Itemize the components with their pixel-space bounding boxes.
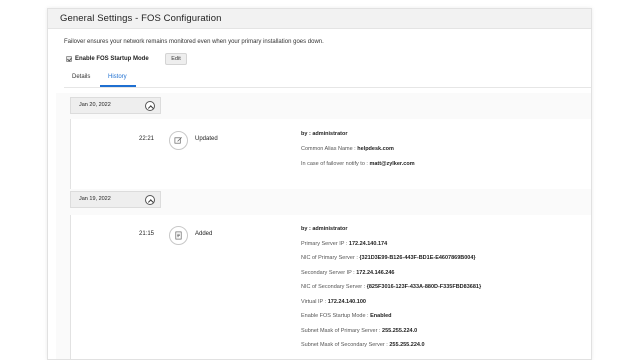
failover-description: Failover ensures your network remains mo… <box>64 39 324 45</box>
tab-history[interactable]: History <box>108 74 127 80</box>
detail-secondary-nic: NIC of Secondary Server : {825F3016-123F… <box>301 284 482 290</box>
entry-action: Updated <box>195 136 218 142</box>
tab-details[interactable]: Details <box>72 74 90 80</box>
entry-action: Added <box>195 231 213 237</box>
detail-notify: In case of failover notify to : matt@zyl… <box>301 161 415 167</box>
page-title: General Settings - FOS Configuration <box>60 13 222 24</box>
detail-virtual-ip: Virtual IP : 172.24.140.100 <box>301 299 366 305</box>
entry-time: 22:21 <box>139 136 155 142</box>
detail-primary-nic: NIC of Primary Server : {321D3E99-B126-4… <box>301 255 476 261</box>
detail-secondary-ip: Secondary Server IP : 172.24.146.246 <box>301 270 395 276</box>
detail-primary-subnet: Subnet Mask of Primary Server : 255.255.… <box>301 328 418 334</box>
enable-fos-label: Enable FOS Startup Mode <box>75 56 149 62</box>
edit-icon <box>169 131 188 150</box>
history-date: Jan 19, 2022 <box>79 196 111 202</box>
history-date-header[interactable]: Jan 20, 2022 <box>70 97 161 114</box>
detail-by: by : administrator <box>301 226 348 232</box>
enable-fos-checkbox[interactable] <box>66 56 72 62</box>
edit-button[interactable]: Edit <box>165 53 187 65</box>
entry-time: 21:15 <box>139 231 155 237</box>
panel-header: General Settings - FOS Configuration <box>48 9 591 29</box>
tab-divider <box>64 87 591 88</box>
collapse-chevron-icon[interactable] <box>145 195 155 205</box>
collapse-chevron-icon[interactable] <box>145 101 155 111</box>
detail-startup-mode: Enable FOS Startup Mode : Enabled <box>301 313 392 319</box>
enable-fos-row: Enable FOS Startup Mode <box>66 56 149 62</box>
detail-primary-ip: Primary Server IP : 172.24.140.174 <box>301 241 388 247</box>
history-date-header[interactable]: Jan 19, 2022 <box>70 191 161 208</box>
detail-alias: Common Alias Name : helpdesk.com <box>301 146 394 152</box>
detail-secondary-subnet: Subnet Mask of Secondary Server : 255.25… <box>301 342 425 348</box>
history-date: Jan 20, 2022 <box>79 102 111 108</box>
history-entry: 22:21 Updated by : administrator Common … <box>70 119 591 189</box>
fos-configuration-panel: General Settings - FOS Configuration Fai… <box>47 8 592 360</box>
document-icon <box>169 226 188 245</box>
detail-by: by : administrator <box>301 131 348 137</box>
history-entry: 21:15 Added by : administrator Primary S… <box>70 215 591 359</box>
